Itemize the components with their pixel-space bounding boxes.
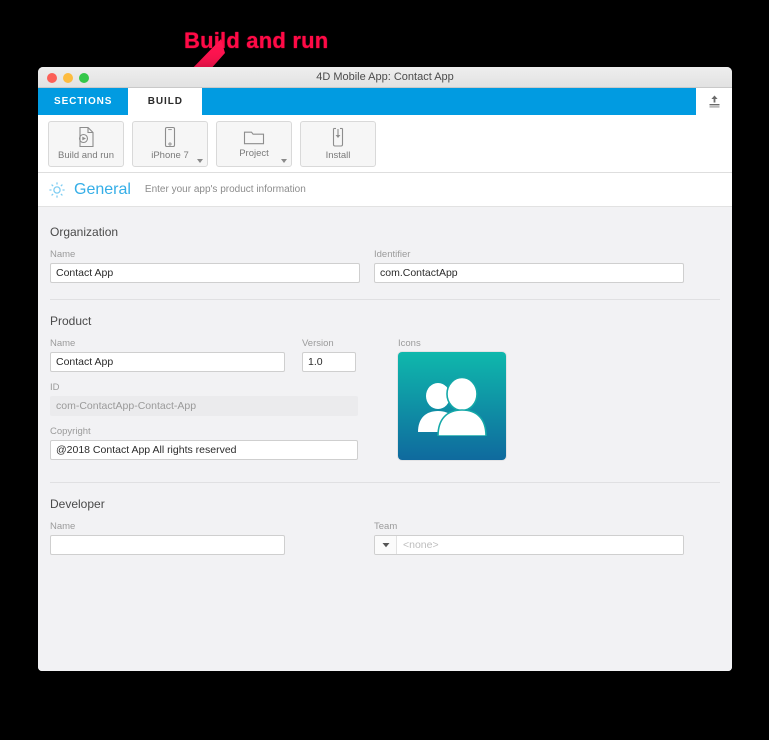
label-product-icons: Icons — [398, 338, 421, 349]
tab-build[interactable]: BUILD — [128, 88, 203, 115]
group-developer: Developer Name Team — [38, 497, 732, 555]
window-titlebar: 4D Mobile App: Contact App — [38, 67, 732, 88]
zoom-button[interactable] — [79, 73, 89, 83]
toolbar-button-device[interactable]: iPhone 7 — [132, 120, 208, 167]
chevron-down-icon-project[interactable] — [281, 158, 287, 163]
input-dev-team[interactable] — [397, 536, 683, 554]
toolbar-label-project: Project — [239, 148, 269, 159]
input-product-version[interactable] — [302, 352, 356, 372]
window-title: 4D Mobile App: Contact App — [316, 71, 454, 83]
label-org-name: Name — [50, 249, 76, 260]
folder-icon — [243, 131, 265, 145]
upload-icon — [709, 95, 719, 108]
group-title-product: Product — [50, 314, 92, 328]
toolbar-label-device: iPhone 7 — [151, 150, 189, 161]
tab-strip-filler — [202, 88, 696, 115]
divider-1 — [50, 299, 720, 300]
product-left-column: Name Version ID — [50, 338, 398, 460]
group-title-developer: Developer — [50, 497, 105, 511]
input-product-copyright[interactable] — [50, 440, 358, 460]
chevron-down-icon-device[interactable] — [197, 158, 203, 163]
field-org-identifier: Identifier — [374, 249, 684, 283]
field-dev-name: Name — [50, 521, 285, 555]
team-dropdown-button[interactable] — [375, 536, 397, 554]
field-dev-team: Team — [374, 521, 684, 555]
product-name-version-row: Name Version — [50, 338, 398, 372]
group-title-organization: Organization — [50, 225, 119, 239]
field-product-name: Name — [50, 338, 285, 372]
minimize-button[interactable] — [63, 73, 73, 83]
input-org-identifier[interactable] — [374, 263, 684, 283]
section-title: General — [74, 180, 131, 198]
toolbar-label-build-and-run: Build and run — [58, 150, 114, 161]
phone-download-icon — [332, 127, 344, 147]
field-product-version: Version — [302, 338, 356, 372]
build-toolbar: Build and run iPhone 7 Project Install — [38, 115, 732, 173]
toolbar-label-install: Install — [325, 150, 351, 161]
gear-icon — [49, 181, 65, 198]
toolbar-button-project[interactable]: Project — [216, 120, 292, 167]
label-org-identifier: Identifier — [374, 249, 411, 260]
label-product-version: Version — [302, 338, 334, 349]
group-organization: Organization Name Identifier — [38, 225, 732, 283]
input-dev-name[interactable] — [50, 535, 285, 555]
screenshot-root: Build and run 4D Mobile App: Contact App… — [0, 0, 769, 740]
field-product-id: ID — [50, 382, 358, 416]
organization-row: Name Identifier — [50, 249, 720, 283]
field-product-icons: Icons — [398, 338, 506, 460]
tab-sections[interactable]: SECTIONS — [38, 88, 128, 115]
document-play-icon — [78, 126, 94, 148]
section-header: General Enter your app's product informa… — [38, 173, 732, 207]
label-product-id: ID — [50, 382, 60, 393]
divider-2 — [50, 482, 720, 483]
input-product-id — [50, 396, 358, 416]
upload-button[interactable] — [696, 88, 732, 115]
close-button[interactable] — [47, 73, 57, 83]
group-product: Product Name Version — [38, 314, 732, 460]
app-window: 4D Mobile App: Contact App SECTIONS BUIL… — [38, 67, 732, 671]
chevron-down-icon-team — [382, 543, 389, 548]
toolbar-button-install[interactable]: Install — [300, 120, 376, 167]
label-dev-team: Team — [374, 521, 398, 532]
developer-row: Name Team — [50, 521, 720, 555]
product-row: Name Version ID — [50, 338, 720, 460]
traffic-lights — [47, 73, 89, 83]
input-org-name[interactable] — [50, 263, 360, 283]
input-product-name[interactable] — [50, 352, 285, 372]
dev-team-combobox[interactable] — [374, 535, 684, 555]
section-subtitle: Enter your app's product information — [144, 184, 306, 195]
field-product-copyright: Copyright — [50, 426, 358, 460]
phone-icon — [164, 126, 176, 148]
general-form: Organization Name Identifier Product — [38, 207, 732, 671]
field-org-name: Name — [50, 249, 360, 283]
toolbar-button-build-and-run[interactable]: Build and run — [48, 120, 124, 167]
tab-strip: SECTIONS BUILD — [38, 88, 732, 115]
label-product-copyright: Copyright — [50, 426, 91, 437]
label-product-name: Name — [50, 338, 76, 349]
contacts-app-icon — [418, 376, 487, 436]
app-icon-preview[interactable] — [398, 352, 506, 460]
label-dev-name: Name — [50, 521, 76, 532]
